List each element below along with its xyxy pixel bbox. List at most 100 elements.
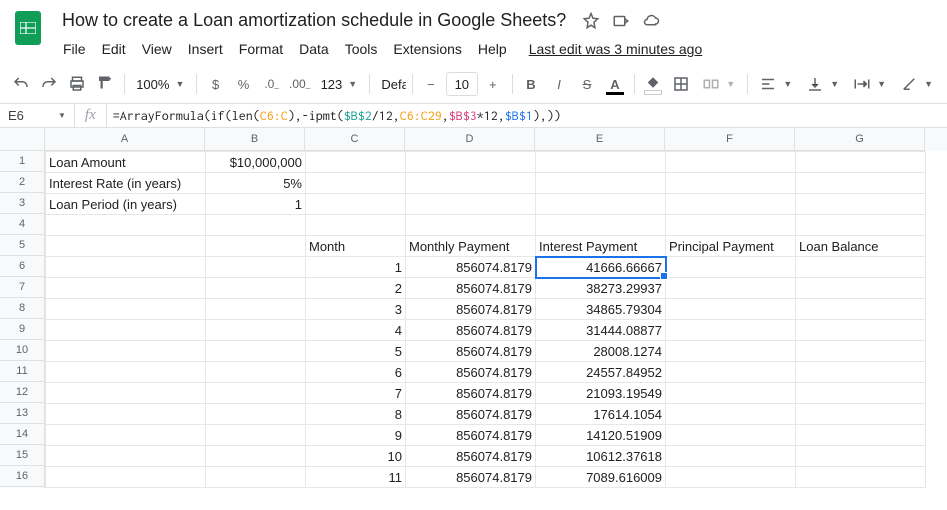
cell-A4[interactable] (46, 215, 206, 236)
cell-F6[interactable] (666, 257, 796, 278)
merge-button[interactable]: ▼ (696, 72, 741, 96)
cell-F16[interactable] (666, 467, 796, 488)
cell-C11[interactable]: 6 (306, 362, 406, 383)
cell-E10[interactable]: 28008.1274 (536, 341, 666, 362)
valign-button[interactable]: ▼ (800, 72, 845, 96)
cell-E1[interactable] (536, 152, 666, 173)
cell-E2[interactable] (536, 173, 666, 194)
cell-A6[interactable] (46, 257, 206, 278)
cell-G1[interactable] (796, 152, 926, 173)
currency-button[interactable]: $ (203, 71, 229, 97)
cell-D8[interactable]: 856074.8179 (406, 299, 536, 320)
cell-A5[interactable] (46, 236, 206, 257)
menu-tools[interactable]: Tools (338, 37, 385, 61)
cell-D5[interactable]: Monthly Payment (406, 236, 536, 257)
font-select[interactable]: Default (Ari...▼ (375, 72, 405, 96)
cell-C7[interactable]: 2 (306, 278, 406, 299)
menu-insert[interactable]: Insert (181, 37, 230, 61)
move-icon[interactable] (612, 12, 630, 30)
cell-G4[interactable] (796, 215, 926, 236)
cell-B2[interactable]: 5% (206, 173, 306, 194)
col-header-D[interactable]: D (405, 128, 535, 151)
cell-E6[interactable]: 41666.66667 (536, 257, 666, 278)
cell-G11[interactable] (796, 362, 926, 383)
cell-A10[interactable] (46, 341, 206, 362)
name-box[interactable]: E6 (0, 108, 58, 123)
cell-C3[interactable] (306, 194, 406, 215)
cell-E5[interactable]: Interest Payment (536, 236, 666, 257)
cell-F10[interactable] (666, 341, 796, 362)
cell-B1[interactable]: $10,000,000 (206, 152, 306, 173)
cell-B8[interactable] (206, 299, 306, 320)
cell-D17[interactable]: 856074.8179 (406, 488, 536, 489)
cell-G15[interactable] (796, 446, 926, 467)
cell-B17[interactable] (206, 488, 306, 489)
more-formats-button[interactable]: 123▼ (315, 72, 364, 96)
cell-G12[interactable] (796, 383, 926, 404)
cell-C1[interactable] (306, 152, 406, 173)
cell-F5[interactable]: Principal Payment (666, 236, 796, 257)
row-header-14[interactable]: 14 (0, 424, 45, 445)
cell-D15[interactable]: 856074.8179 (406, 446, 536, 467)
document-title[interactable]: How to create a Loan amortization schedu… (56, 8, 572, 33)
cell-G10[interactable] (796, 341, 926, 362)
cell-A11[interactable] (46, 362, 206, 383)
cell-A7[interactable] (46, 278, 206, 299)
cell-B13[interactable] (206, 404, 306, 425)
cell-G9[interactable] (796, 320, 926, 341)
font-size-decrease[interactable]: − (418, 71, 444, 97)
cell-F11[interactable] (666, 362, 796, 383)
cell-E12[interactable]: 21093.19549 (536, 383, 666, 404)
italic-button[interactable]: I (546, 71, 572, 97)
cell-G7[interactable] (796, 278, 926, 299)
cell-D3[interactable] (406, 194, 536, 215)
cell-E15[interactable]: 10612.37618 (536, 446, 666, 467)
col-header-F[interactable]: F (665, 128, 795, 151)
fill-color-button[interactable] (640, 71, 666, 97)
cell-D10[interactable]: 856074.8179 (406, 341, 536, 362)
cell-B6[interactable] (206, 257, 306, 278)
cell-A3[interactable]: Loan Period (in years) (46, 194, 206, 215)
cell-E11[interactable]: 24557.84952 (536, 362, 666, 383)
cell-D7[interactable]: 856074.8179 (406, 278, 536, 299)
cell-C17[interactable]: 12 (306, 488, 406, 489)
font-size-increase[interactable]: + (480, 71, 506, 97)
menu-format[interactable]: Format (232, 37, 290, 61)
cell-A13[interactable] (46, 404, 206, 425)
sheets-logo[interactable] (8, 8, 48, 48)
sheet-cells[interactable]: Loan Amount$10,000,000Interest Rate (in … (45, 151, 926, 488)
cell-C2[interactable] (306, 173, 406, 194)
row-header-6[interactable]: 6 (0, 256, 45, 277)
rotate-button[interactable]: ▼ (894, 72, 939, 96)
cell-C5[interactable]: Month (306, 236, 406, 257)
cell-C6[interactable]: 1 (306, 257, 406, 278)
cell-B10[interactable] (206, 341, 306, 362)
menu-edit[interactable]: Edit (95, 37, 133, 61)
menu-extensions[interactable]: Extensions (386, 37, 468, 61)
cell-B9[interactable] (206, 320, 306, 341)
column-headers[interactable]: ABCDEFG (45, 128, 947, 151)
cell-D14[interactable]: 856074.8179 (406, 425, 536, 446)
paint-format-button[interactable] (92, 71, 118, 97)
print-button[interactable] (64, 71, 90, 97)
cell-C16[interactable]: 11 (306, 467, 406, 488)
zoom-select[interactable]: 100%▼ (130, 72, 190, 96)
borders-button[interactable] (668, 71, 694, 97)
cell-A8[interactable] (46, 299, 206, 320)
cell-F12[interactable] (666, 383, 796, 404)
cell-G6[interactable] (796, 257, 926, 278)
decrease-decimal-button[interactable]: .0_ (259, 71, 285, 97)
cell-D4[interactable] (406, 215, 536, 236)
name-box-dropdown[interactable]: ▼ (58, 111, 74, 120)
row-headers[interactable]: 1234567891011121314151617 (0, 151, 45, 488)
bold-button[interactable]: B (518, 71, 544, 97)
col-header-B[interactable]: B (205, 128, 305, 151)
cell-D9[interactable]: 856074.8179 (406, 320, 536, 341)
wrap-button[interactable]: ▼ (847, 72, 892, 96)
cell-C10[interactable]: 5 (306, 341, 406, 362)
strikethrough-button[interactable]: S (574, 71, 600, 97)
cell-F13[interactable] (666, 404, 796, 425)
cell-C12[interactable]: 7 (306, 383, 406, 404)
cell-D2[interactable] (406, 173, 536, 194)
cell-F8[interactable] (666, 299, 796, 320)
